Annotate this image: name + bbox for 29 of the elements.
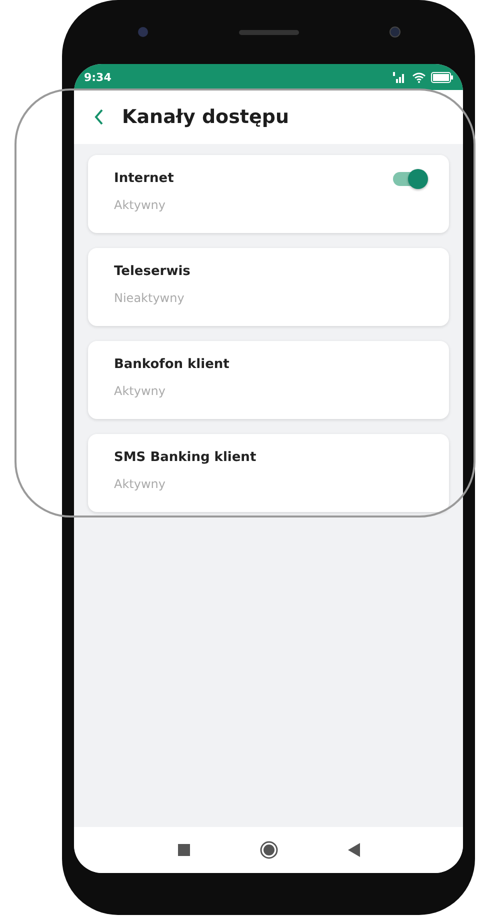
channel-name: Bankofon klient [114,357,230,372]
channel-card[interactable]: Bankofon klient Aktywny [88,341,449,419]
page-title: Kanały dostępu [122,106,290,128]
back-button[interactable] [94,109,104,125]
channel-card[interactable]: SMS Banking klient Aktywny [88,434,449,512]
circle-icon [260,841,278,859]
signal-icon [393,72,407,82]
channel-status: Aktywny [114,198,166,212]
status-time: 9:34 [84,70,112,84]
speaker-grille [238,30,298,34]
wifi-icon [412,72,426,82]
home-button[interactable] [260,841,278,859]
square-icon [178,844,190,856]
battery-icon [431,72,453,82]
back-chevron-icon [94,109,104,125]
channel-card[interactable]: Internet Aktywny [88,155,449,233]
camera-icon [136,26,148,38]
toggle-switch[interactable] [393,172,425,186]
channel-card[interactable]: Teleserwis Nieaktywny [88,248,449,326]
back-nav-button[interactable] [348,843,360,857]
camera-icon [388,26,400,38]
recents-button[interactable] [178,844,190,856]
channel-status: Nieaktywny [114,291,186,305]
channel-name: SMS Banking klient [114,450,256,465]
channel-status: Aktywny [114,477,166,491]
channel-name: Teleserwis [114,264,190,279]
channel-status: Aktywny [114,384,166,398]
triangle-icon [348,843,360,857]
channel-name: Internet [114,171,174,186]
